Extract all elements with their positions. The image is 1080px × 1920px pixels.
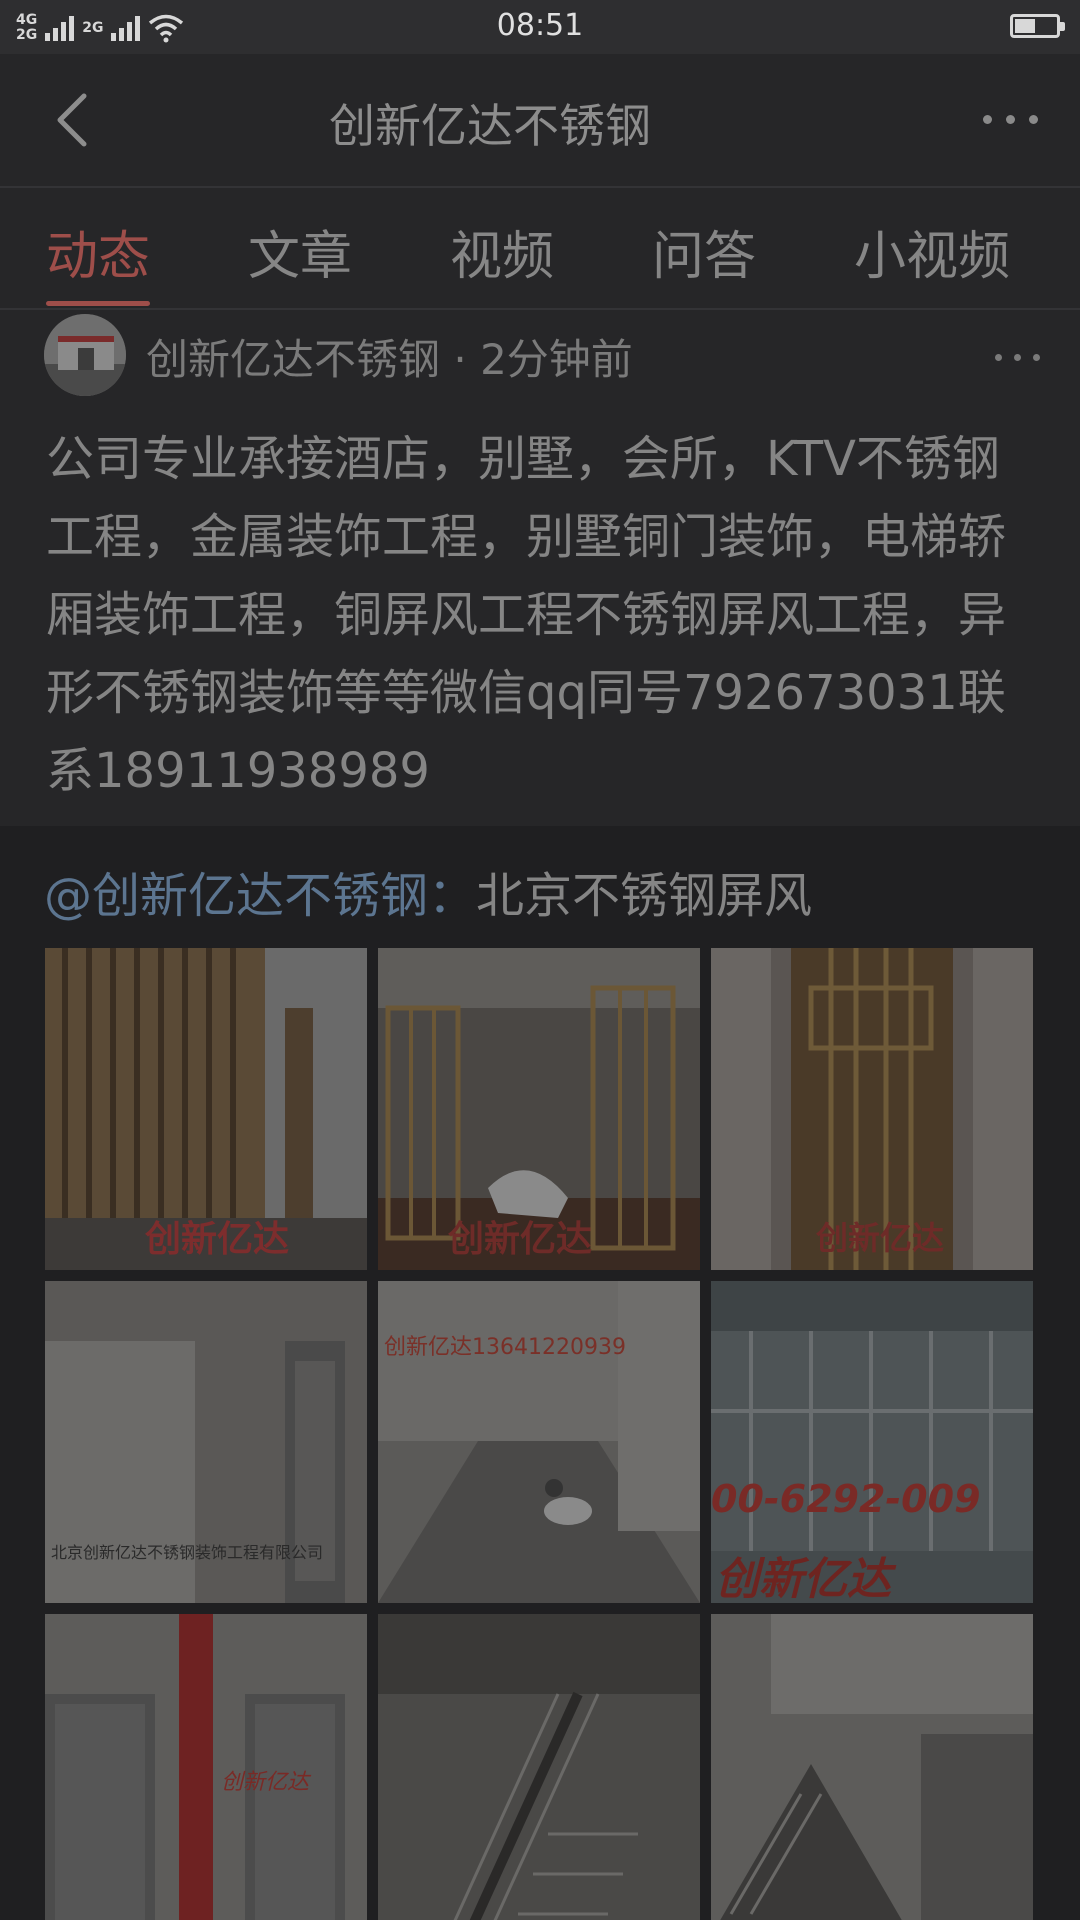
avatar-image <box>44 314 126 396</box>
status-time: 08:51 <box>496 8 584 43</box>
nav-bar: 创新亿达不锈钢 <box>0 54 1080 188</box>
status-bar: 4G 2G 2G 08:51 <box>0 0 1080 54</box>
tab-dynamics[interactable]: 动态 <box>46 214 151 306</box>
tab-articles[interactable]: 文章 <box>248 214 352 294</box>
photo-watermark: 创新亿达 <box>715 1554 891 1603</box>
photo-6[interactable]: 00-6292-009 创新亿达 <box>711 1281 1033 1603</box>
repost-text: 北京不锈钢屏风 <box>476 868 813 924</box>
active-tab-indicator <box>46 301 151 306</box>
photo-watermark: 创新亿达 <box>145 1219 290 1260</box>
photo-phone: 00-6292-009 <box>711 1477 981 1521</box>
photo-1[interactable]: 创新亿达 <box>45 948 367 1270</box>
tab-label: 视频 <box>450 227 555 287</box>
tab-label: 小视频 <box>854 227 1011 287</box>
photo-4[interactable]: 北京创新亿达不锈钢装饰工程有限公司 <box>45 1281 367 1603</box>
post-time: 2分钟前 <box>480 335 633 384</box>
meta-separator: · <box>440 335 481 384</box>
post-more-icon[interactable] <box>995 354 1040 361</box>
battery-level <box>1015 19 1035 33</box>
repost-colon: ： <box>428 868 477 924</box>
photo-watermark: 创新亿达13641220939 <box>384 1335 626 1360</box>
repost-line: @创新亿达不锈钢：北京不锈钢屏风 <box>44 856 812 926</box>
tab-label: 动态 <box>46 227 151 287</box>
tab-bar: 动态 文章 视频 问答 小视频 <box>0 188 1080 310</box>
photo-9[interactable] <box>711 1614 1033 1920</box>
tab-videos[interactable]: 视频 <box>450 214 554 294</box>
page-title: 创新亿达不锈钢 <box>329 99 651 153</box>
tab-short-videos[interactable]: 小视频 <box>854 214 1010 294</box>
post-body: 公司专业承接酒店，别墅，会所，KTV不锈钢工程，金属装饰工程，别墅铜门装饰，电梯… <box>46 431 1007 799</box>
post-card[interactable]: 创新亿达不锈钢 · 2分钟前 公司专业承接酒店，别墅，会所，KTV不锈钢工程，金… <box>0 310 1080 826</box>
battery-icon <box>1010 14 1065 38</box>
screen: 4G 2G 2G 08:51 创新亿达不锈钢 动态 文章 视频 问答 小视频 创… <box>0 0 1080 1920</box>
photo-7[interactable]: 创新亿达 <box>45 1614 367 1920</box>
avatar[interactable] <box>44 314 126 396</box>
photo-8[interactable] <box>378 1614 700 1920</box>
repost-card[interactable]: @创新亿达不锈钢：北京不锈钢屏风 创新亿达 创新亿达 创新亿达 北京创新亿达不锈… <box>0 826 1080 1920</box>
tab-label: 文章 <box>248 227 353 287</box>
post-meta: 创新亿达不锈钢 · 2分钟前 <box>146 326 633 387</box>
author-name[interactable]: 创新亿达不锈钢 <box>146 335 440 384</box>
photo-3[interactable]: 创新亿达 <box>711 948 1033 1270</box>
photo-2[interactable]: 创新亿达 <box>378 948 700 1270</box>
photo-watermark: 创新亿达 <box>816 1219 945 1257</box>
photo-5[interactable]: 创新亿达13641220939 <box>378 1281 700 1603</box>
more-dots-icon[interactable] <box>983 94 1038 144</box>
photo-watermark: 创新亿达 <box>448 1219 593 1260</box>
photo-watermark: 创新亿达 <box>221 1770 310 1795</box>
tab-qa[interactable]: 问答 <box>652 214 756 294</box>
tab-label: 问答 <box>652 227 757 287</box>
repost-mention[interactable]: @创新亿达不锈钢 <box>44 868 428 924</box>
photo-caption: 北京创新亿达不锈钢装饰工程有限公司 <box>51 1543 324 1562</box>
